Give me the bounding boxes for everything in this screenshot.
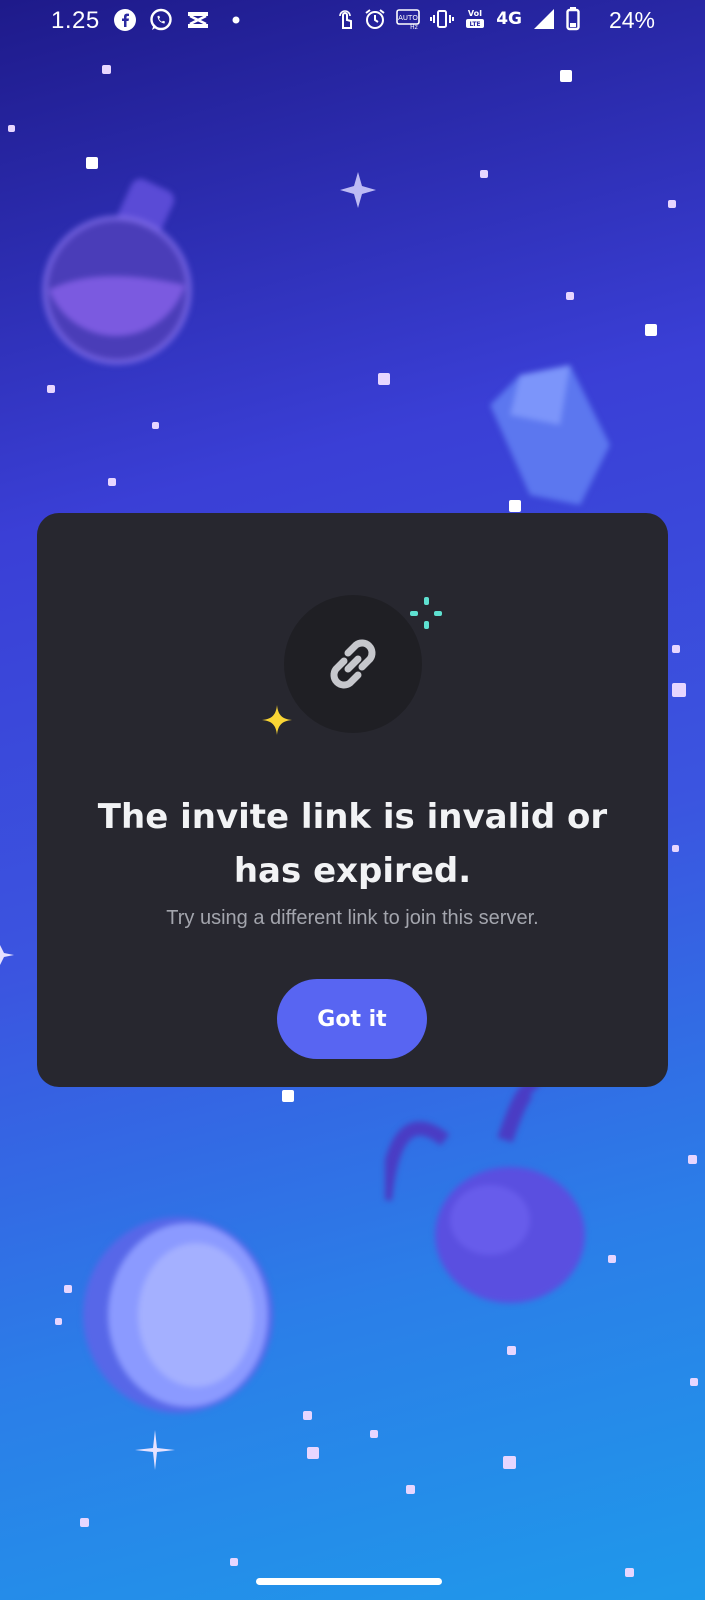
star	[480, 170, 488, 178]
gem-illustration	[490, 365, 610, 505]
dialog-subtitle: Try using a different link to join this …	[166, 907, 539, 929]
star	[303, 1411, 312, 1420]
status-bar: 1.25 AUTO Hz VoI LTE 4G 24%	[0, 0, 705, 44]
star	[625, 1568, 634, 1577]
system-icons: AUTO Hz VoI LTE 4G	[336, 7, 580, 31]
touch-icon	[339, 10, 353, 29]
link-icon	[330, 639, 376, 689]
potion-illustration	[42, 178, 192, 365]
dot-icon	[232, 16, 240, 24]
whatsapp-icon	[150, 8, 172, 31]
sparkle-decoration	[135, 1430, 175, 1470]
got-it-button[interactable]: Got it	[277, 979, 427, 1059]
facebook-icon	[114, 9, 136, 31]
home-indicator[interactable]	[256, 1578, 442, 1585]
star	[688, 1155, 697, 1164]
star	[668, 200, 676, 208]
dialog-title: The invite link is invalid or has expire…	[97, 797, 608, 891]
star	[566, 292, 574, 300]
star	[108, 478, 116, 486]
star	[102, 65, 111, 74]
coin-illustration	[83, 1217, 273, 1413]
star	[507, 1346, 516, 1355]
star	[560, 70, 572, 82]
star	[152, 422, 159, 429]
capcut-icon	[188, 12, 208, 28]
star	[672, 683, 686, 697]
star	[509, 500, 521, 512]
vibrate-icon	[430, 10, 455, 28]
battery-percentage: 24%	[608, 7, 655, 33]
star	[64, 1285, 72, 1293]
svg-text:AUTO: AUTO	[398, 14, 418, 22]
sparkle-decoration	[340, 172, 376, 208]
star	[378, 373, 390, 385]
star	[370, 1430, 378, 1438]
link-icon-container	[284, 595, 422, 733]
star	[282, 1090, 294, 1102]
auto-hd-icon: AUTO Hz	[396, 9, 421, 30]
star	[230, 1558, 238, 1566]
star	[8, 125, 15, 132]
star	[86, 157, 98, 169]
sparkle-decoration	[0, 945, 14, 965]
star	[503, 1456, 516, 1469]
star	[55, 1318, 62, 1325]
star	[307, 1447, 319, 1459]
star	[80, 1518, 89, 1527]
svg-text:Hz: Hz	[410, 24, 418, 30]
notification-icons	[114, 8, 241, 32]
turnip-illustration	[385, 1080, 585, 1303]
star	[672, 845, 679, 852]
svg-text:LTE: LTE	[470, 21, 481, 28]
network-type: 4G	[496, 9, 522, 29]
sparkle-teal-icon	[410, 597, 442, 629]
alarm-icon	[365, 9, 385, 29]
star	[672, 645, 680, 653]
volte-icon: VoI LTE	[466, 9, 485, 28]
star	[690, 1378, 698, 1386]
invalid-invite-dialog: The invite link is invalid or has expire…	[37, 513, 668, 1087]
star	[47, 385, 55, 393]
status-time: 1.25	[51, 7, 100, 34]
svg-text:VoI: VoI	[468, 9, 482, 18]
battery-icon	[566, 7, 580, 31]
signal-icon	[534, 9, 554, 29]
sparkle-yellow-icon	[262, 705, 292, 735]
star	[645, 324, 657, 336]
star	[608, 1255, 616, 1263]
star	[406, 1485, 415, 1494]
